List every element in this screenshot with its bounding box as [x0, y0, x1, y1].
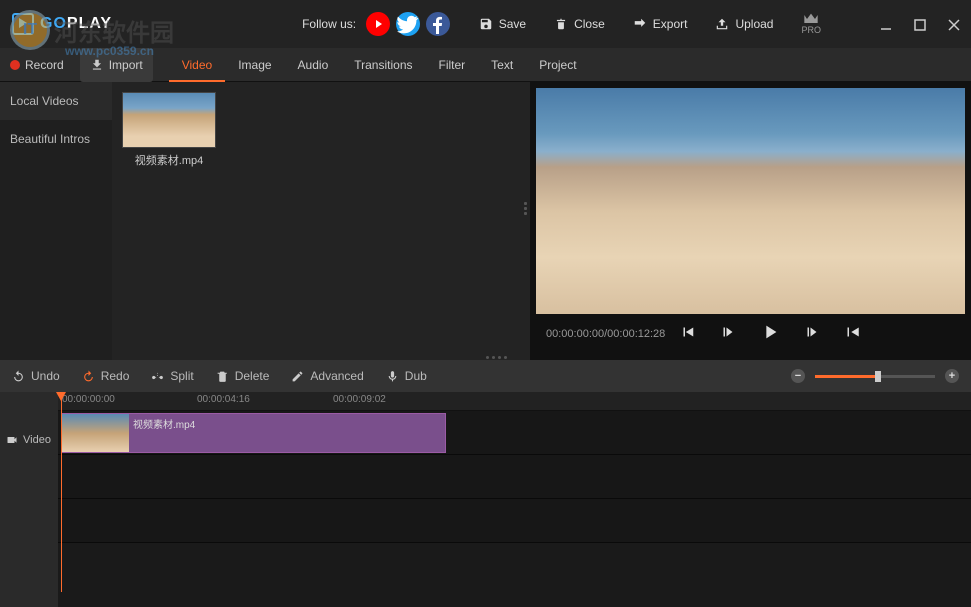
- ruler-mark: 00:00:00:00: [62, 394, 115, 405]
- logo-text-play: PLAY: [67, 15, 112, 33]
- preview-controls: 00:00:00:00/00:00:12:28: [536, 314, 965, 354]
- play-button[interactable]: [759, 321, 781, 348]
- record-button[interactable]: Record: [0, 48, 74, 82]
- video-track[interactable]: 视频素材.mp4: [58, 411, 971, 455]
- empty-track[interactable]: [58, 499, 971, 543]
- follow-label: Follow us:: [302, 17, 356, 31]
- window-close-button[interactable]: [947, 18, 959, 30]
- tab-image[interactable]: Image: [225, 48, 284, 82]
- media-item[interactable]: 视频素材.mp4: [122, 92, 216, 168]
- timeline-zoom: − +: [791, 369, 959, 383]
- sidebar-item-beautiful-intros[interactable]: Beautiful Intros: [0, 120, 112, 158]
- tracks-area[interactable]: 00:00:00:00 00:00:04:16 00:00:09:02 视频素材…: [58, 392, 971, 607]
- step-forward-button[interactable]: [803, 323, 821, 346]
- tab-transitions[interactable]: Transitions: [341, 48, 425, 82]
- playhead[interactable]: [61, 392, 62, 592]
- video-track-text: Video: [23, 434, 51, 446]
- skip-end-button[interactable]: [843, 323, 861, 346]
- pro-label: PRO: [801, 25, 821, 35]
- main-area: Local Videos Beautiful Intros 视频素材.mp4 0…: [0, 82, 971, 360]
- clip-body: 视频素材.mp4: [129, 414, 445, 452]
- dub-button[interactable]: Dub: [386, 369, 427, 383]
- record-label: Record: [25, 58, 64, 72]
- youtube-icon[interactable]: [366, 12, 390, 36]
- main-toolbar: Record Import Video Image Audio Transiti…: [0, 48, 971, 82]
- tab-filter[interactable]: Filter: [426, 48, 479, 82]
- time-display: 00:00:00:00/00:00:12:28: [546, 328, 665, 340]
- logo-icon: [12, 13, 34, 35]
- tab-video[interactable]: Video: [169, 48, 225, 82]
- skip-start-button[interactable]: [679, 323, 697, 346]
- maximize-button[interactable]: [913, 18, 925, 30]
- tab-audio[interactable]: Audio: [285, 48, 342, 82]
- media-thumbnail: [122, 92, 216, 148]
- split-label: Split: [170, 369, 193, 383]
- delete-label: Delete: [235, 369, 270, 383]
- zoom-in-button[interactable]: +: [945, 369, 959, 383]
- dub-label: Dub: [405, 369, 427, 383]
- split-button[interactable]: Split: [151, 369, 193, 383]
- follow-us: Follow us:: [302, 12, 456, 36]
- title-bar: GOPLAY Follow us: Save Close Export Uplo…: [0, 0, 971, 48]
- zoom-out-button[interactable]: −: [791, 369, 805, 383]
- step-back-button[interactable]: [719, 323, 737, 346]
- track-labels: Video: [0, 392, 58, 607]
- tab-text[interactable]: Text: [478, 48, 526, 82]
- window-controls: [879, 18, 959, 30]
- ruler-mark: 00:00:04:16: [197, 394, 250, 405]
- record-dot-icon: [10, 60, 20, 70]
- logo-text-go: GO: [40, 15, 67, 33]
- save-label: Save: [499, 17, 526, 31]
- import-label: Import: [109, 58, 143, 72]
- preview-video[interactable]: [536, 88, 965, 314]
- upload-label: Upload: [735, 17, 773, 31]
- close-label: Close: [574, 17, 605, 31]
- undo-button[interactable]: Undo: [12, 369, 60, 383]
- tab-project[interactable]: Project: [526, 48, 589, 82]
- time-ruler[interactable]: 00:00:00:00 00:00:04:16 00:00:09:02: [58, 392, 971, 411]
- minimize-button[interactable]: [879, 18, 891, 30]
- import-button[interactable]: Import: [80, 48, 153, 82]
- video-track-label: Video: [0, 417, 58, 462]
- facebook-icon[interactable]: [426, 12, 450, 36]
- pro-badge[interactable]: PRO: [801, 13, 821, 35]
- panel-resize-handle[interactable]: [524, 202, 528, 218]
- clip-name: 视频素材.mp4: [133, 420, 195, 431]
- empty-track[interactable]: [58, 455, 971, 499]
- advanced-button[interactable]: Advanced: [291, 369, 363, 383]
- media-panel: 视频素材.mp4: [112, 82, 530, 360]
- delete-button[interactable]: Delete: [216, 369, 270, 383]
- redo-button[interactable]: Redo: [82, 369, 130, 383]
- undo-label: Undo: [31, 369, 60, 383]
- sidebar-item-local-videos[interactable]: Local Videos: [0, 82, 112, 120]
- clip-thumbnail: [62, 414, 129, 452]
- media-tabs: Video Image Audio Transitions Filter Tex…: [169, 48, 590, 82]
- twitter-icon[interactable]: [396, 12, 420, 36]
- timeline-resize-handle[interactable]: [486, 356, 507, 359]
- close-button[interactable]: Close: [554, 17, 605, 31]
- timeline: Video 00:00:00:00 00:00:04:16 00:00:09:0…: [0, 392, 971, 607]
- header-actions: Save Close Export Upload PRO: [479, 13, 959, 35]
- export-button[interactable]: Export: [633, 17, 688, 31]
- redo-label: Redo: [101, 369, 130, 383]
- timeline-toolbar: Undo Redo Split Delete Advanced Dub − +: [0, 360, 971, 392]
- video-clip[interactable]: 视频素材.mp4: [61, 413, 446, 453]
- advanced-label: Advanced: [310, 369, 363, 383]
- upload-button[interactable]: Upload: [715, 17, 773, 31]
- app-logo: GOPLAY: [12, 13, 112, 35]
- zoom-slider[interactable]: [815, 375, 935, 378]
- save-button[interactable]: Save: [479, 17, 526, 31]
- media-sidebar: Local Videos Beautiful Intros: [0, 82, 112, 360]
- media-item-name: 视频素材.mp4: [122, 152, 216, 168]
- ruler-mark: 00:00:09:02: [333, 394, 386, 405]
- preview-panel: 00:00:00:00/00:00:12:28: [530, 82, 971, 360]
- playback-controls: [679, 321, 861, 348]
- export-label: Export: [653, 17, 688, 31]
